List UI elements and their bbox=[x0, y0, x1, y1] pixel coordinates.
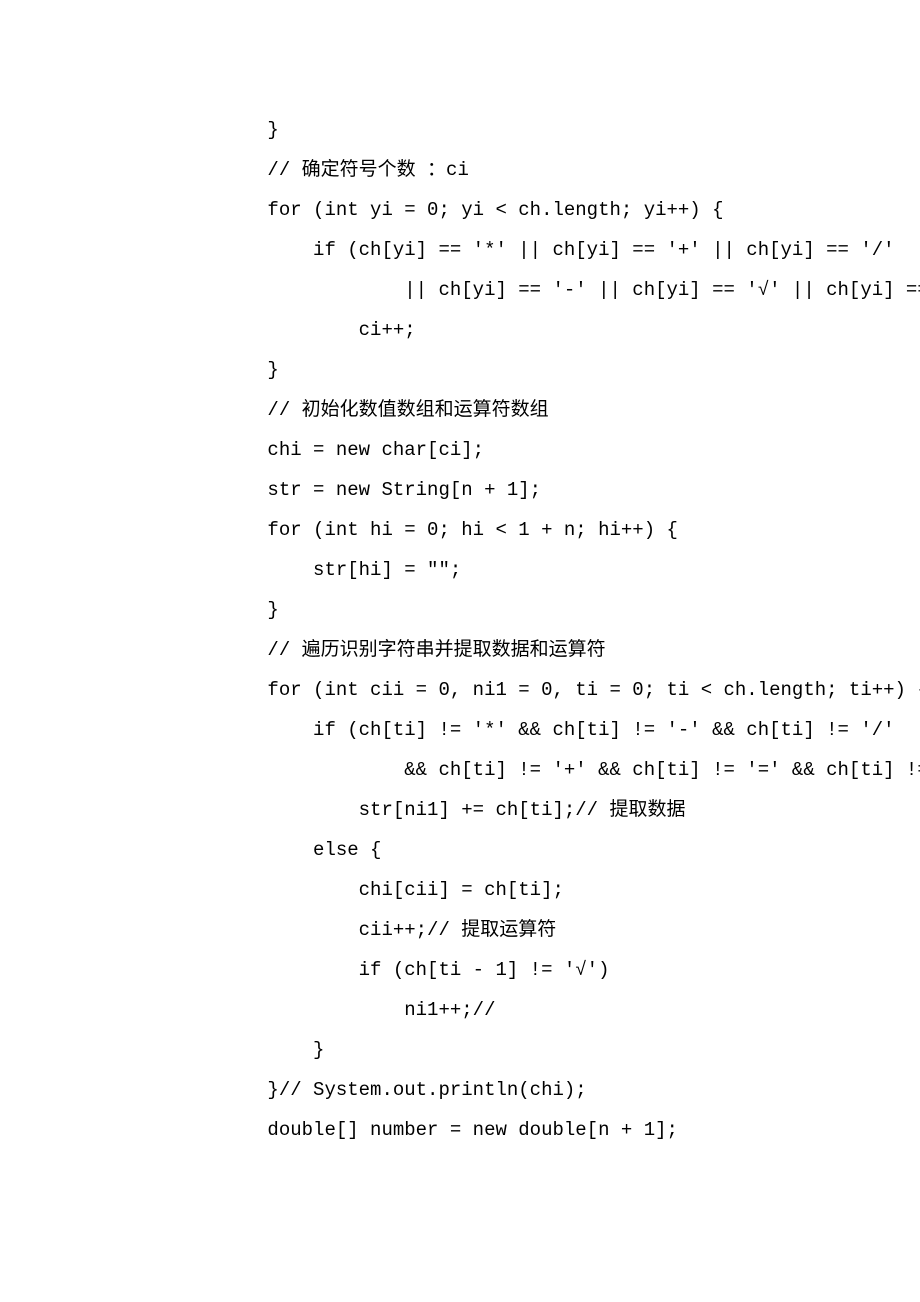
code-line: } bbox=[85, 1030, 835, 1070]
code-line: for (int cii = 0, ni1 = 0, ti = 0; ti < … bbox=[85, 670, 835, 710]
code-line: str = new String[n + 1]; bbox=[85, 470, 835, 510]
code-line: // 遍历识别字符串并提取数据和运算符 bbox=[85, 630, 835, 670]
code-line: for (int hi = 0; hi < 1 + n; hi++) { bbox=[85, 510, 835, 550]
code-line: || ch[yi] == '-' || ch[yi] == '√' || ch[… bbox=[85, 270, 835, 310]
code-line: // 初始化数值数组和运算符数组 bbox=[85, 390, 835, 430]
code-line: } bbox=[85, 350, 835, 390]
code-line: cii++;// 提取运算符 bbox=[85, 910, 835, 950]
code-line: } bbox=[85, 590, 835, 630]
code-line: str[hi] = ""; bbox=[85, 550, 835, 590]
code-line: // 确定符号个数 ：ci bbox=[85, 150, 835, 190]
code-line: chi[cii] = ch[ti]; bbox=[85, 870, 835, 910]
code-line: ni1++;// bbox=[85, 990, 835, 1030]
code-line: double[] number = new double[n + 1]; bbox=[85, 1110, 835, 1150]
code-line: if (ch[ti] != '*' && ch[ti] != '-' && ch… bbox=[85, 710, 835, 750]
code-line: if (ch[ti - 1] != '√') bbox=[85, 950, 835, 990]
code-line: ci++; bbox=[85, 310, 835, 350]
code-line: && ch[ti] != '+' && ch[ti] != '=' && ch[… bbox=[85, 750, 835, 790]
code-line: if (ch[yi] == '*' || ch[yi] == '+' || ch… bbox=[85, 230, 835, 270]
code-line: chi = new char[ci]; bbox=[85, 430, 835, 470]
code-line: else { bbox=[85, 830, 835, 870]
code-document-page: } // 确定符号个数 ：ci for (int yi = 0; yi < ch… bbox=[0, 0, 920, 1230]
code-line: } bbox=[85, 110, 835, 150]
code-line: str[ni1] += ch[ti];// 提取数据 bbox=[85, 790, 835, 830]
code-line: for (int yi = 0; yi < ch.length; yi++) { bbox=[85, 190, 835, 230]
code-line: }// System.out.println(chi); bbox=[85, 1070, 835, 1110]
